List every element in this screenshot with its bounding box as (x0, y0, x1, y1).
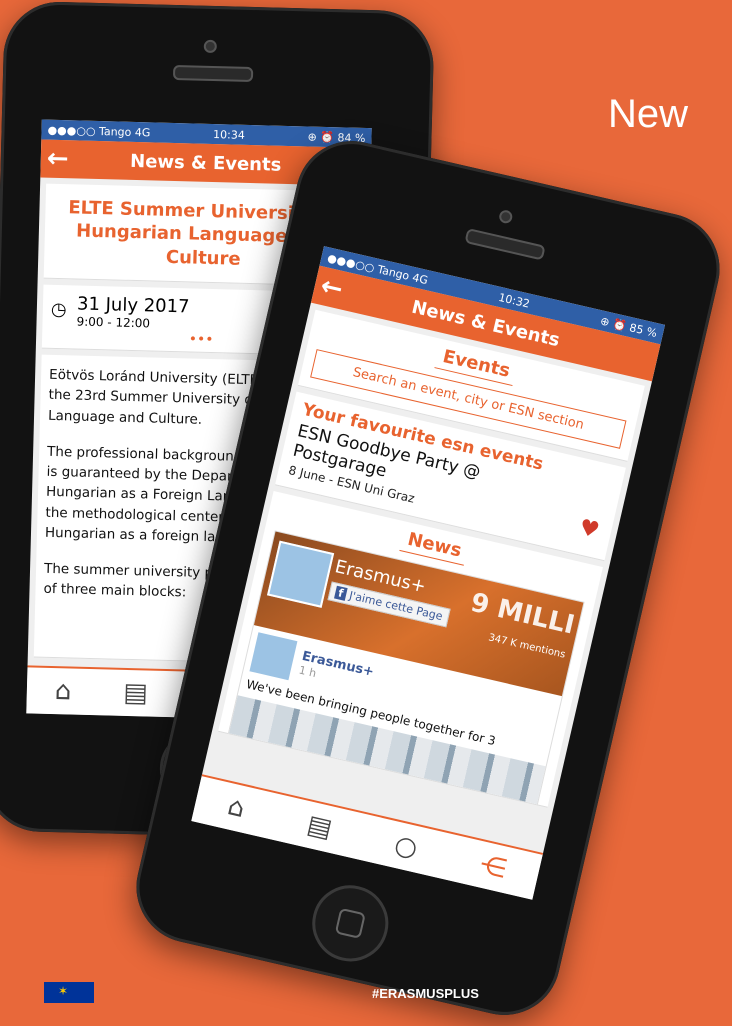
facebook-icon: f (334, 585, 348, 601)
clock-icon: ◷ (50, 298, 67, 321)
clock: 10:34 (212, 127, 246, 142)
hashtag-text: #ERASMUSPLUS (372, 986, 479, 1001)
eu-stars-icon: ✶ (58, 984, 69, 998)
facebook-embed[interactable]: Erasmus+ f J'aime cette Page 9 MILLI 347… (225, 530, 585, 808)
back-arrow-icon[interactable]: ← (46, 144, 69, 175)
post-avatar (249, 632, 298, 681)
banner-text: 9 MILLI (467, 587, 578, 641)
home-button[interactable] (304, 877, 396, 969)
earpiece (464, 227, 546, 261)
headline: New (608, 92, 689, 136)
news-heading: News (399, 527, 470, 566)
share-icon[interactable]: ⋲ (477, 850, 509, 885)
back-arrow-icon[interactable]: ← (318, 271, 346, 305)
app-bar-title: News & Events (129, 150, 282, 176)
home-icon[interactable]: ⌂ (54, 676, 71, 706)
lightbulb-icon[interactable]: ○ (392, 830, 421, 864)
front-camera (497, 208, 514, 225)
page-avatar (267, 540, 335, 608)
earpiece (172, 64, 254, 83)
news-list-icon[interactable]: ▤ (123, 678, 148, 709)
news-list-icon[interactable]: ▤ (304, 810, 335, 845)
eu-flag-logo: ✶ (44, 982, 94, 1003)
carrier: ●●●○○ Tango 4G (47, 123, 151, 139)
screen-right: ●●●○○ Tango 4G 10:32 ⊕ ⏰ 85 % ← News & E… (191, 246, 666, 900)
front-camera (203, 39, 217, 54)
home-icon[interactable]: ⌂ (225, 791, 248, 824)
like-page-label: J'aime cette Page (347, 588, 444, 623)
